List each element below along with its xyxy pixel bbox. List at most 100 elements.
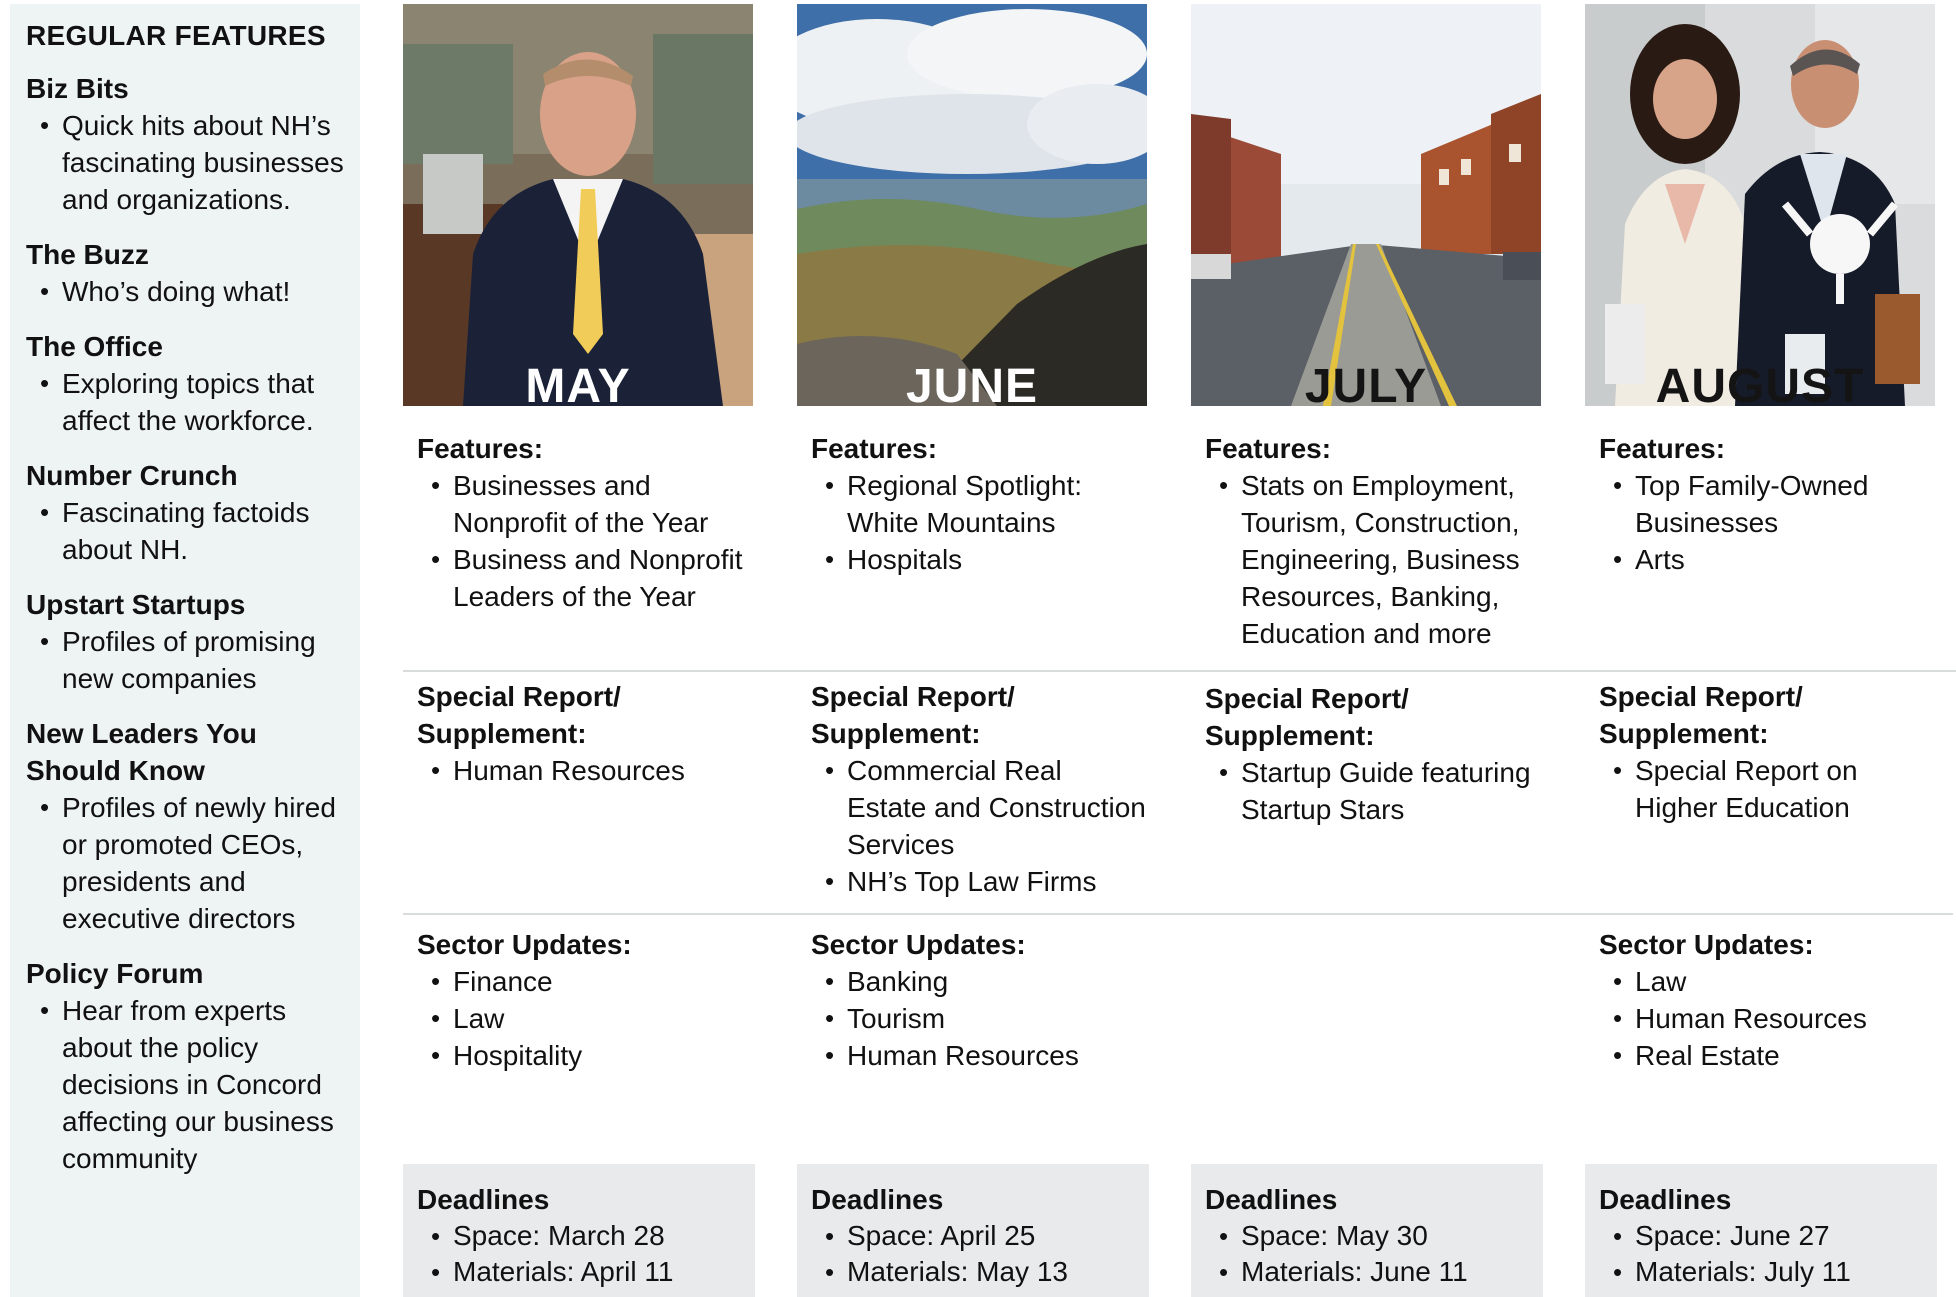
sector-updates-heading: Sector Updates: [811, 929, 1026, 960]
supplement-heading: Supplement: [1599, 718, 1769, 749]
month-label: MAY [525, 360, 631, 406]
list-item: Materials: June 11 [1205, 1254, 1529, 1290]
may-photo: MAY [403, 4, 753, 406]
businessman-portrait-image [403, 4, 753, 406]
sidebar-title: REGULAR FEATURES [26, 20, 326, 51]
sector-updates-block: Sector Updates: Finance Law Hospitality [403, 926, 753, 1074]
month-label: JULY [1304, 360, 1428, 406]
list-item: Business and Nonprofit Leaders of the Ye… [417, 541, 753, 615]
sidebar-section-the-buzz: The Buzz Who’s doing what! [26, 236, 344, 310]
section-title: New Leaders You Should Know [26, 718, 257, 786]
month-column-may: MAY Features: Businesses and Nonprofit o… [403, 4, 755, 1297]
june-photo: JUNE [797, 4, 1147, 406]
list-item: Top Family-Owned Businesses [1599, 467, 1935, 541]
list-item: Human Resources [1599, 1000, 1935, 1037]
list-item: Profiles of promising new companies [26, 623, 344, 697]
july-photo: JULY [1191, 4, 1541, 406]
list-item: Businesses and Nonprofit of the Year [417, 467, 753, 541]
list-item: Commercial Real Estate and Construction … [811, 752, 1147, 863]
list-item: Quick hits about NH’s fascinating busine… [26, 107, 344, 218]
features-heading: Features: [1599, 433, 1726, 464]
deadlines-heading: Deadlines [417, 1184, 550, 1215]
sector-updates-block: Sector Updates: Banking Tourism Human Re… [797, 926, 1147, 1074]
features-block: Features: Regional Spotlight: White Moun… [797, 430, 1147, 578]
deadlines-box: Deadlines Space: May 30 Materials: June … [1191, 1164, 1543, 1297]
list-item: Who’s doing what! [26, 273, 344, 310]
features-block: Features: Stats on Employment, Tourism, … [1191, 430, 1541, 652]
features-heading: Features: [1205, 433, 1332, 464]
sidebar-section-biz-bits: Biz Bits Quick hits about NH’s fascinati… [26, 70, 344, 218]
deadlines-box: Deadlines Space: April 25 Materials: May… [797, 1164, 1149, 1297]
month-column-july: JULY Features: Stats on Employment, Tour… [1191, 4, 1543, 1297]
list-item: Law [1599, 963, 1935, 1000]
section-title: Number Crunch [26, 460, 238, 491]
list-item: Exploring topics that affect the workfor… [26, 365, 344, 439]
list-item: Space: March 28 [417, 1218, 741, 1254]
special-report-block: Special Report/ Supplement: Special Repo… [1585, 678, 1935, 826]
list-item: Stats on Employment, Tourism, Constructi… [1205, 467, 1541, 652]
section-title: Biz Bits [26, 73, 129, 104]
deadlines-heading: Deadlines [1599, 1184, 1732, 1215]
sector-updates-heading: Sector Updates: [1599, 929, 1814, 960]
list-item: Space: April 25 [811, 1218, 1135, 1254]
special-report-heading: Special Report/ [417, 681, 621, 712]
list-item: Tourism [811, 1000, 1147, 1037]
mountain-landscape-image [797, 4, 1147, 406]
list-item: Human Resources [417, 752, 753, 789]
special-report-heading: Special Report/ [1599, 681, 1803, 712]
features-heading: Features: [811, 433, 938, 464]
list-item: NH’s Top Law Firms [811, 863, 1147, 900]
supplement-heading: Supplement: [811, 718, 981, 749]
month-label: JUNE [905, 360, 1039, 406]
list-item: Materials: May 13 [811, 1254, 1135, 1290]
row-divider-special [403, 913, 1953, 915]
list-item: Hospitality [417, 1037, 753, 1074]
list-item: Fascinating factoids about NH. [26, 494, 344, 568]
list-item: Real Estate [1599, 1037, 1935, 1074]
list-item: Hear from experts about the policy decis… [26, 992, 344, 1177]
sector-updates-heading: Sector Updates: [417, 929, 632, 960]
features-heading: Features: [417, 433, 544, 464]
list-item: Human Resources [811, 1037, 1147, 1074]
regular-features-sidebar: REGULAR FEATURES Biz Bits Quick hits abo… [10, 4, 360, 1297]
supplement-heading: Supplement: [417, 718, 587, 749]
deadlines-heading: Deadlines [811, 1184, 944, 1215]
list-item: Hospitals [811, 541, 1147, 578]
row-divider-features [403, 670, 1956, 672]
supplement-heading: Supplement: [1205, 720, 1375, 751]
deadlines-heading: Deadlines [1205, 1184, 1338, 1215]
special-report-block: Special Report/ Supplement: Human Resour… [403, 678, 753, 789]
august-photo: AUGUST [1585, 4, 1935, 406]
section-title: Policy Forum [26, 958, 204, 989]
sidebar-section-the-office: The Office Exploring topics that affect … [26, 328, 344, 439]
month-column-june: JUNE Features: Regional Spotlight: White… [797, 4, 1149, 1297]
deadlines-box: Deadlines Space: March 28 Materials: Apr… [403, 1164, 755, 1297]
section-title: The Buzz [26, 239, 149, 270]
section-title: Upstart Startups [26, 589, 246, 620]
month-column-august: AUGUST Features: Top Family-Owned Busine… [1585, 4, 1937, 1297]
list-item: Regional Spotlight: White Mountains [811, 467, 1147, 541]
sidebar-section-policy-forum: Policy Forum Hear from experts about the… [26, 955, 344, 1177]
special-report-heading: Special Report/ [811, 681, 1015, 712]
list-item: Law [417, 1000, 753, 1037]
sidebar-section-new-leaders: New Leaders You Should Know Profiles of … [26, 715, 344, 937]
month-label: AUGUST [1655, 360, 1865, 406]
list-item: Startup Guide featuring Startup Stars [1205, 754, 1541, 828]
sidebar-section-upstart-startups: Upstart Startups Profiles of promising n… [26, 586, 344, 697]
list-item: Space: May 30 [1205, 1218, 1529, 1254]
special-report-block: Special Report/ Supplement: Startup Guid… [1191, 680, 1541, 828]
features-block: Features: Businesses and Nonprofit of th… [403, 430, 753, 615]
business-owners-image [1585, 4, 1935, 406]
features-block: Features: Top Family-Owned Businesses Ar… [1585, 430, 1935, 578]
list-item: Materials: July 11 [1599, 1254, 1923, 1290]
sector-updates-block: Sector Updates: Law Human Resources Real… [1585, 926, 1935, 1074]
list-item: Banking [811, 963, 1147, 1000]
sidebar-section-number-crunch: Number Crunch Fascinating factoids about… [26, 457, 344, 568]
deadlines-box: Deadlines Space: June 27 Materials: July… [1585, 1164, 1937, 1297]
special-report-block: Special Report/ Supplement: Commercial R… [797, 678, 1147, 900]
main-street-image [1191, 4, 1541, 406]
list-item: Materials: April 11 [417, 1254, 741, 1290]
list-item: Profiles of newly hired or promoted CEOs… [26, 789, 344, 937]
list-item: Special Report on Higher Education [1599, 752, 1935, 826]
list-item: Finance [417, 963, 753, 1000]
